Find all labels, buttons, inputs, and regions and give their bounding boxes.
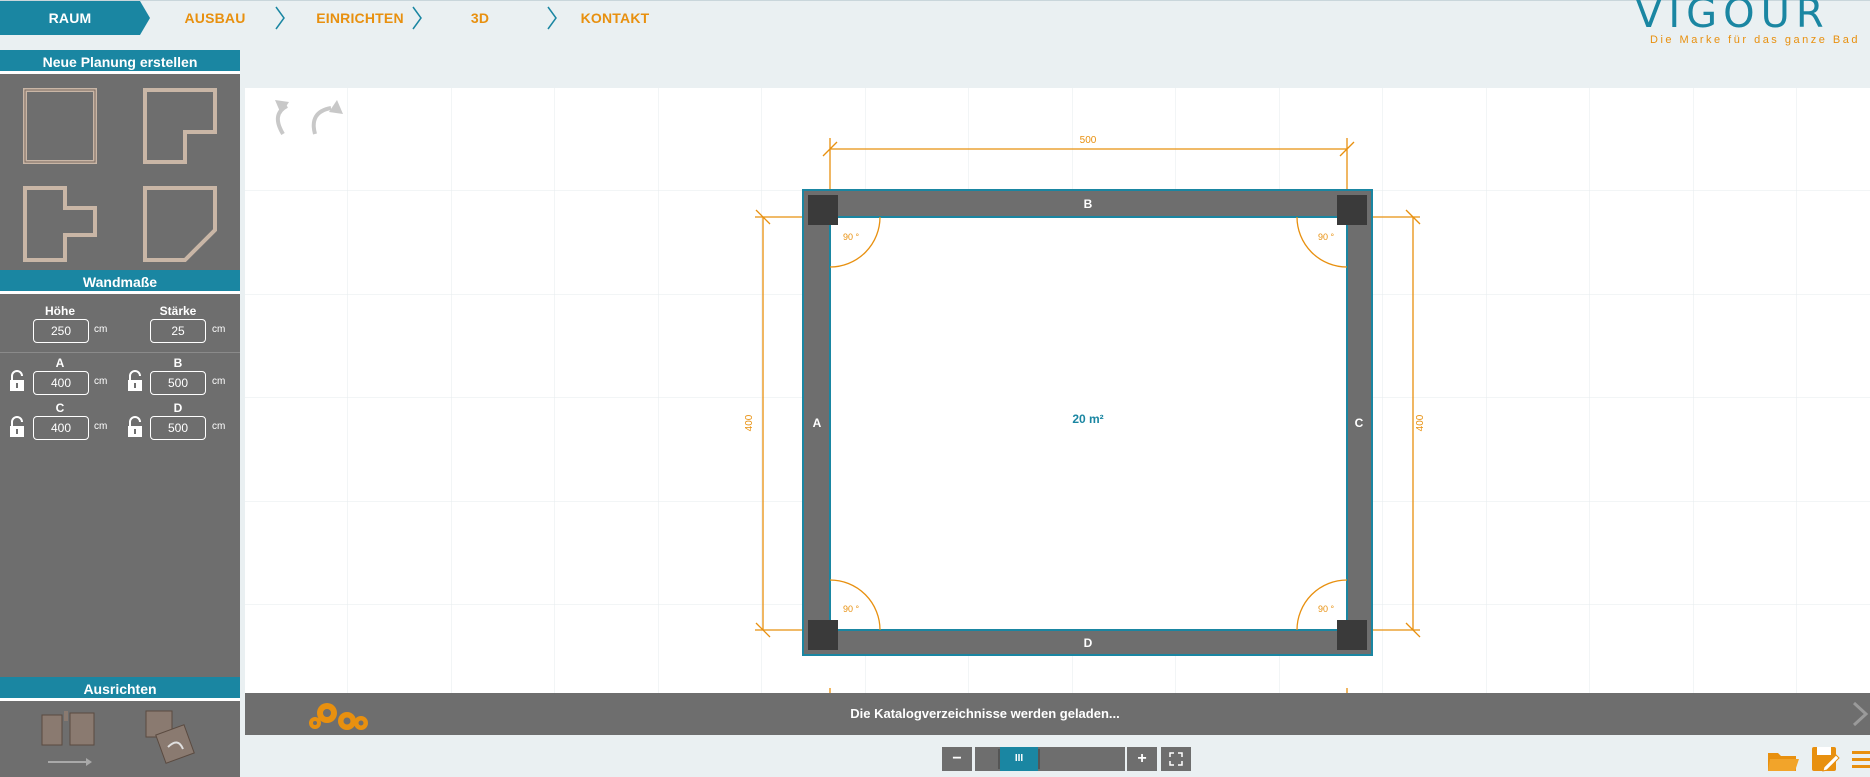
thickness-label: Stärke — [159, 304, 197, 318]
zoom-out-button[interactable]: − — [942, 747, 972, 771]
corner-block — [1337, 195, 1367, 225]
corner-block — [808, 620, 838, 650]
wall-c-input[interactable] — [33, 416, 89, 440]
wall-b-unit: cm — [212, 376, 226, 387]
zoom-track-divider — [998, 749, 1000, 769]
room-shape-t-button[interactable] — [15, 180, 105, 270]
wall-c-plan-label[interactable]: C — [1355, 416, 1364, 430]
wall-a-label: A — [55, 356, 65, 370]
thickness-input[interactable] — [150, 319, 206, 343]
align-header: Ausrichten — [0, 677, 240, 701]
chevron-right-icon — [547, 6, 557, 30]
angle-label: 90 ° — [843, 604, 860, 614]
height-unit: cm — [94, 324, 108, 335]
lock-icon[interactable] — [8, 416, 26, 438]
dimension-left-label: 400 — [744, 414, 755, 431]
zoom-slider-handle[interactable]: III — [1000, 747, 1038, 771]
tab-ausbau[interactable]: AUSBAU — [160, 1, 270, 35]
wall-c-label: C — [55, 401, 65, 415]
chevron-right-icon — [275, 6, 285, 30]
lock-icon[interactable] — [8, 370, 26, 392]
folder-icon[interactable] — [1766, 747, 1800, 773]
zoom-in-button[interactable]: + — [1127, 747, 1157, 771]
wall-a-unit: cm — [94, 376, 108, 387]
menu-icon[interactable] — [1850, 749, 1870, 771]
chevron-right-icon — [412, 6, 422, 30]
tab-kontakt[interactable]: KONTAKT — [570, 1, 660, 35]
room-shape-cut-corner-button[interactable] — [135, 180, 225, 270]
brand-logo: VIGOUR — [1635, 0, 1830, 37]
room-shape-square-button[interactable] — [15, 82, 105, 172]
wall-d-plan-label[interactable]: D — [1084, 636, 1093, 650]
lock-icon[interactable] — [126, 370, 144, 392]
lock-icon[interactable] — [126, 416, 144, 438]
height-input[interactable] — [33, 319, 89, 343]
height-label: Höhe — [45, 304, 75, 318]
wall-d-label: D — [173, 401, 183, 415]
angle-label: 90 ° — [1318, 604, 1335, 614]
thickness-unit: cm — [212, 324, 226, 335]
wall-a-input[interactable] — [33, 371, 89, 395]
angle-label: 90 ° — [1318, 232, 1335, 242]
align-mirror-button[interactable] — [28, 707, 113, 772]
sidebar: Neue Planung erstellen Wandmaße Höhe cm … — [0, 50, 240, 777]
status-bar: Die Katalogverzeichnisse werden geladen.… — [245, 693, 1870, 735]
tab-einrichten[interactable]: EINRICHTEN — [295, 1, 425, 35]
fullscreen-button[interactable] — [1161, 747, 1191, 771]
wall-d-unit: cm — [212, 421, 226, 432]
corner-block — [1337, 620, 1367, 650]
zoom-track[interactable]: III — [975, 747, 1125, 771]
divider — [0, 352, 240, 353]
align-rotate-button[interactable] — [138, 707, 213, 772]
wall-d-input[interactable] — [150, 416, 206, 440]
corner-block — [808, 195, 838, 225]
status-message: Die Katalogverzeichnisse werden geladen.… — [850, 706, 1120, 721]
floor-plan-canvas[interactable]: 500 400 400 B A C D 20 m² 90 ° 90 ° 90 °… — [245, 88, 1870, 693]
top-navigation: RAUM AUSBAU EINRICHTEN 3D KONTAKT VIGOUR… — [0, 0, 1870, 50]
save-icon[interactable] — [1810, 745, 1840, 775]
wall-b-label: B — [173, 356, 183, 370]
tab-3d[interactable]: 3D — [440, 1, 520, 35]
wall-a-plan-label[interactable]: A — [813, 416, 822, 430]
wall-b-plan-label[interactable]: B — [1084, 197, 1093, 211]
floor-plan-svg[interactable]: 500 400 400 B A C D 20 m² 90 ° 90 ° 90 °… — [245, 88, 1870, 693]
brand-tagline: Die Marke für das ganze Bad — [1650, 34, 1860, 46]
fullscreen-icon — [1169, 752, 1183, 766]
room-shape-l-button[interactable] — [135, 82, 225, 172]
room-area-label: 20 m² — [1072, 412, 1103, 426]
wall-dimensions-header: Wandmaße — [0, 270, 240, 294]
angle-label: 90 ° — [843, 232, 860, 242]
wall-b-input[interactable] — [150, 371, 206, 395]
wall-c-unit: cm — [94, 421, 108, 432]
zoom-track-divider — [1038, 749, 1040, 769]
chevron-right-icon[interactable] — [1850, 701, 1870, 727]
tab-raum[interactable]: RAUM — [0, 1, 150, 35]
dimension-right-label: 400 — [1415, 414, 1426, 431]
dimension-top-label: 500 — [1080, 135, 1097, 146]
new-plan-header: Neue Planung erstellen — [0, 50, 240, 74]
